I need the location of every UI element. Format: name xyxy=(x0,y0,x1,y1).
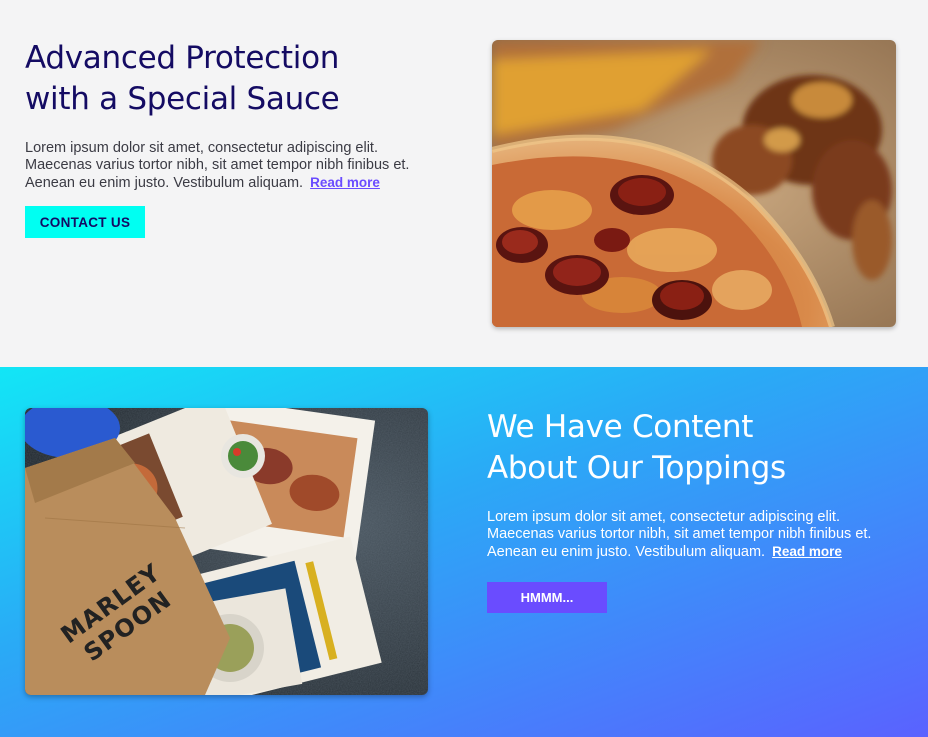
toppings-text-block: We Have Content About Our Toppings Lorem… xyxy=(487,407,907,561)
marley-spoon-photo: MARLEY SPOON xyxy=(25,408,428,695)
hero-paragraph-line-2: Maecenas varius tortor nibh, sit amet te… xyxy=(25,157,410,173)
hero-paragraph: Lorem ipsum dolor sit amet, consectetur … xyxy=(25,140,425,192)
toppings-heading: We Have Content About Our Toppings xyxy=(487,407,907,489)
hero-heading-line-1: Advanced Protection xyxy=(25,40,340,76)
toppings-paragraph: Lorem ipsum dolor sit amet, consectetur … xyxy=(487,509,907,561)
toppings-read-more-link[interactable]: Read more xyxy=(772,544,842,559)
hero-paragraph-line-3: Aenean eu enim justo. Vestibulum aliquam… xyxy=(25,174,425,192)
pizza-photo xyxy=(492,40,896,327)
hero-heading: Advanced Protection with a Special Sauce xyxy=(25,38,425,120)
toppings-paragraph-line-3: Aenean eu enim justo. Vestibulum aliquam… xyxy=(487,543,907,561)
hmmm-button[interactable]: HMMM... xyxy=(487,582,607,613)
toppings-paragraph-line-1: Lorem ipsum dolor sit amet, consectetur … xyxy=(487,509,840,525)
toppings-paragraph-line-3-text: Aenean eu enim justo. Vestibulum aliquam… xyxy=(487,544,766,560)
toppings-heading-line-2: About Our Toppings xyxy=(487,450,786,486)
hero-paragraph-line-1: Lorem ipsum dolor sit amet, consectetur … xyxy=(25,140,378,156)
toppings-heading-line-1: We Have Content xyxy=(487,409,754,445)
contact-us-button[interactable]: CONTACT US xyxy=(25,206,145,238)
hero-section: Advanced Protection with a Special Sauce… xyxy=(0,0,928,367)
hero-read-more-link[interactable]: Read more xyxy=(310,175,380,190)
toppings-paragraph-line-2: Maecenas varius tortor nibh, sit amet te… xyxy=(487,526,872,542)
hero-text-block: Advanced Protection with a Special Sauce… xyxy=(25,38,425,192)
hero-paragraph-line-3-text: Aenean eu enim justo. Vestibulum aliquam… xyxy=(25,175,304,191)
hero-heading-line-2: with a Special Sauce xyxy=(25,81,340,117)
